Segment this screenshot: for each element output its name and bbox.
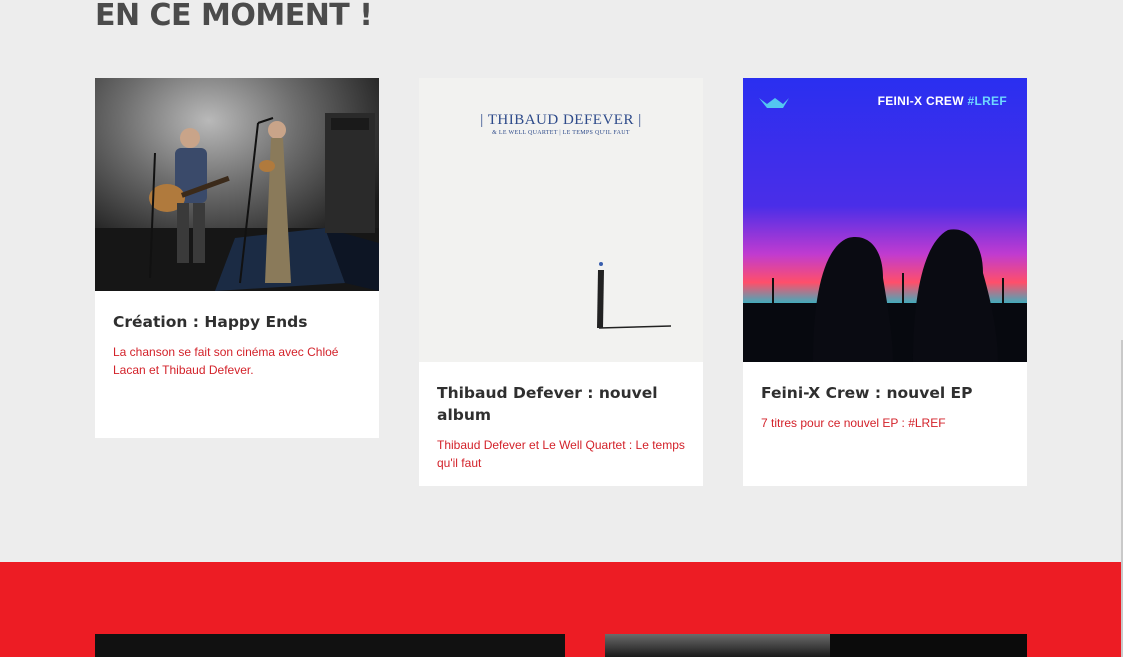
album-cover-le-temps-quil-faut[interactable]: | THIBAUD DEFEVER | & LE WELL QUARTET | …: [419, 78, 703, 362]
ep-cover-lref[interactable]: FEINI-X CREW #LREF: [743, 78, 1027, 362]
card-excerpt: La chanson se fait son cinéma avec Chloé…: [113, 345, 339, 377]
section-thumbnail[interactable]: [95, 634, 565, 657]
card-title[interactable]: Création : Happy Ends: [113, 311, 361, 333]
card-title[interactable]: Feini-X Crew : nouvel EP: [761, 382, 1009, 404]
news-card-feini-x-crew[interactable]: FEINI-X CREW #LREF Feini-X Crew : nouvel…: [743, 78, 1027, 486]
card-title[interactable]: Thibaud Defever : nouvel album: [437, 382, 685, 426]
concert-photo[interactable]: [95, 78, 379, 291]
news-card-thibaud-defever[interactable]: | THIBAUD DEFEVER | & LE WELL QUARTET | …: [419, 78, 703, 486]
cover-artist: | THIBAUD DEFEVER |: [480, 112, 642, 128]
section-thumbnail[interactable]: [605, 634, 1027, 657]
news-card-happy-ends[interactable]: Création : Happy Ends La chanson se fait…: [95, 78, 379, 438]
card-excerpt: Thibaud Defever et Le Well Quartet : Le …: [437, 438, 685, 470]
card-excerpt: 7 titres pour ce nouvel EP : #LREF: [761, 416, 946, 430]
cover-name: FEINI-X CREW: [877, 94, 964, 108]
cover-subtitle: & LE WELL QUARTET | LE TEMPS QU'IL FAUT: [492, 130, 630, 136]
section-title: EN CE MOMENT !: [95, 0, 373, 33]
thumbnail-photo: [605, 634, 830, 657]
cover-tag: #LREF: [967, 94, 1007, 108]
